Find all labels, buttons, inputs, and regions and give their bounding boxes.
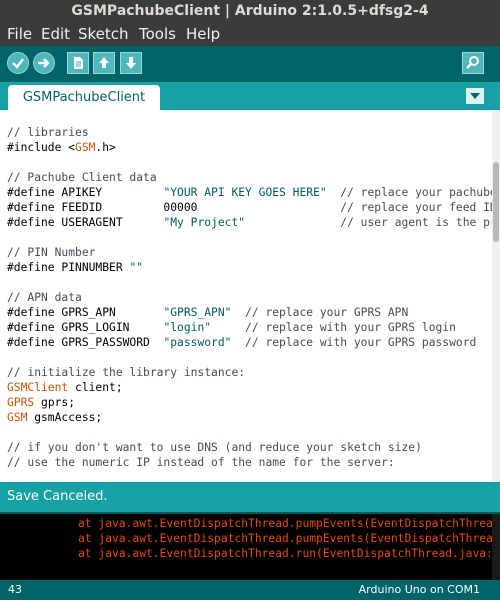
code-token: // PIN Number — [7, 246, 96, 259]
code-token: // user agent is the project name — [340, 216, 500, 229]
code-token: gsmAccess; — [27, 411, 103, 424]
menu-file[interactable]: File — [7, 22, 32, 46]
code-token: "login" — [163, 321, 212, 334]
magnifier-icon — [466, 56, 479, 69]
console-scrollbar[interactable] — [492, 514, 500, 580]
code-token: #include < — [7, 141, 76, 154]
code-token: // replace your pachube api key here — [340, 186, 497, 199]
code-token: // use the numeric IP instead of the nam… — [7, 456, 395, 469]
arrow-right-icon — [38, 58, 50, 68]
arrow-up-icon — [99, 57, 109, 68]
menu-edit[interactable]: Edit — [41, 22, 70, 46]
status-message: Save Canceled. — [0, 482, 500, 512]
code-token: // APN data — [7, 291, 82, 304]
chevron-down-icon — [470, 93, 480, 99]
code-line: #define USERAGENT "My Project" // user a… — [7, 215, 500, 230]
code-token: GSM — [75, 141, 96, 154]
code-line: #define APIKEY "YOUR API KEY GOES HERE" … — [7, 185, 497, 200]
code-line: GSM gsmAccess; — [7, 410, 486, 425]
code-line: #define GPRS_PASSWORD "password" // repl… — [7, 335, 486, 350]
board-info: Arduino Uno on COM1 — [358, 583, 480, 596]
code-token: // if you don't want to use DNS (and red… — [7, 441, 422, 454]
code-token: #define USERAGENT — [7, 216, 164, 229]
code-token: client; — [68, 381, 123, 394]
code-lines: // libraries #include <GSM.h> // Pachube … — [7, 125, 500, 470]
console-line: at java.awt.EventDispatchThread.pumpEven… — [78, 532, 500, 545]
code-token: GSMClient — [7, 381, 69, 394]
code-token: "My Project" — [163, 216, 246, 229]
verify-button[interactable] — [7, 52, 29, 74]
code-token: #define GPRS_LOGIN — [7, 321, 164, 334]
code-token: // libraries — [7, 126, 89, 139]
code-line: // if you don't want to use DNS (and red… — [7, 440, 486, 455]
code-token: // initialize the library instance: — [7, 366, 246, 379]
toolbar — [0, 46, 500, 82]
line-number: 43 — [8, 583, 22, 596]
code-line: #include <GSM.h> — [7, 140, 486, 155]
code-line: // use the numeric IP instead of the nam… — [7, 455, 486, 470]
menu-bar: File Edit Sketch Tools Help — [0, 22, 500, 46]
editor-scrollbar-thumb[interactable] — [493, 162, 499, 242]
arrow-down-icon — [126, 57, 136, 69]
serial-monitor-button[interactable] — [462, 52, 484, 74]
code-token: "YOUR API KEY GOES HERE" — [163, 186, 327, 199]
code-line: #define GPRS_LOGIN "login" // replace wi… — [7, 320, 486, 335]
code-token: // replace your GPRS APN — [231, 306, 409, 319]
code-line: // initialize the library instance: — [7, 365, 486, 380]
check-icon — [12, 58, 24, 69]
code-editor[interactable]: // libraries #include <GSM.h> // Pachube … — [0, 110, 500, 482]
menu-help[interactable]: Help — [186, 22, 220, 46]
code-token: "" — [129, 261, 144, 274]
tab-menu-button[interactable] — [466, 88, 484, 104]
code-token: #define FEEDID 00000 — [7, 201, 341, 214]
code-token: // replace with your GPRS password — [231, 336, 477, 349]
code-token: "password" — [163, 336, 232, 349]
code-token: gprs; — [34, 396, 76, 409]
code-token: // replace with your GPRS login — [211, 321, 456, 334]
tab-bar: GSMPachubeClient — [0, 82, 500, 110]
code-token: // replace your feed ID — [340, 201, 497, 214]
save-button[interactable] — [120, 52, 142, 74]
new-file-icon — [74, 57, 83, 69]
code-line: #define PINNUMBER "" — [7, 260, 486, 275]
editor-scrollbar[interactable] — [492, 110, 500, 482]
code-token: #define GPRS_PASSWORD — [7, 336, 164, 349]
new-button[interactable] — [67, 52, 89, 74]
code-token: #define PINNUMBER — [7, 261, 130, 274]
tab-gsmpachubeclient[interactable]: GSMPachubeClient — [8, 85, 160, 110]
code-token: #define APIKEY — [7, 186, 164, 199]
footer-bar: 43 Arduino Uno on COM1 — [0, 580, 500, 600]
open-button[interactable] — [93, 52, 115, 74]
code-token: #define GPRS_APN — [7, 306, 164, 319]
code-line: // APN data — [7, 290, 486, 305]
upload-button[interactable] — [33, 52, 55, 74]
code-token: // Pachube Client data — [7, 171, 157, 184]
code-line: #define GPRS_APN "GPRS_APN" // replace y… — [7, 305, 486, 320]
console-line: at java.awt.EventDispatchThread.pumpEven… — [78, 517, 500, 530]
code-line: // PIN Number — [7, 245, 486, 260]
code-token: GPRS — [7, 396, 35, 409]
console: at java.awt.EventDispatchThread.pumpEven… — [0, 512, 500, 580]
code-line: // Pachube Client data — [7, 170, 486, 185]
code-token: GSM — [7, 411, 28, 424]
console-line: at java.awt.EventDispatchThread.run(Even… — [78, 547, 500, 560]
menu-tools[interactable]: Tools — [139, 22, 176, 46]
code-line: #define FEEDID 00000 // replace your fee… — [7, 200, 497, 215]
code-token: .h> — [95, 141, 116, 154]
menu-sketch[interactable]: Sketch — [78, 22, 129, 46]
code-line: GSMClient client; — [7, 380, 486, 395]
code-token: "GPRS_APN" — [163, 306, 232, 319]
code-line: // libraries — [7, 125, 486, 140]
window-title: GSMPachubeClient | Arduino 2:1.0.5+dfsg2… — [0, 0, 500, 22]
code-line: GPRS gprs; — [7, 395, 486, 410]
